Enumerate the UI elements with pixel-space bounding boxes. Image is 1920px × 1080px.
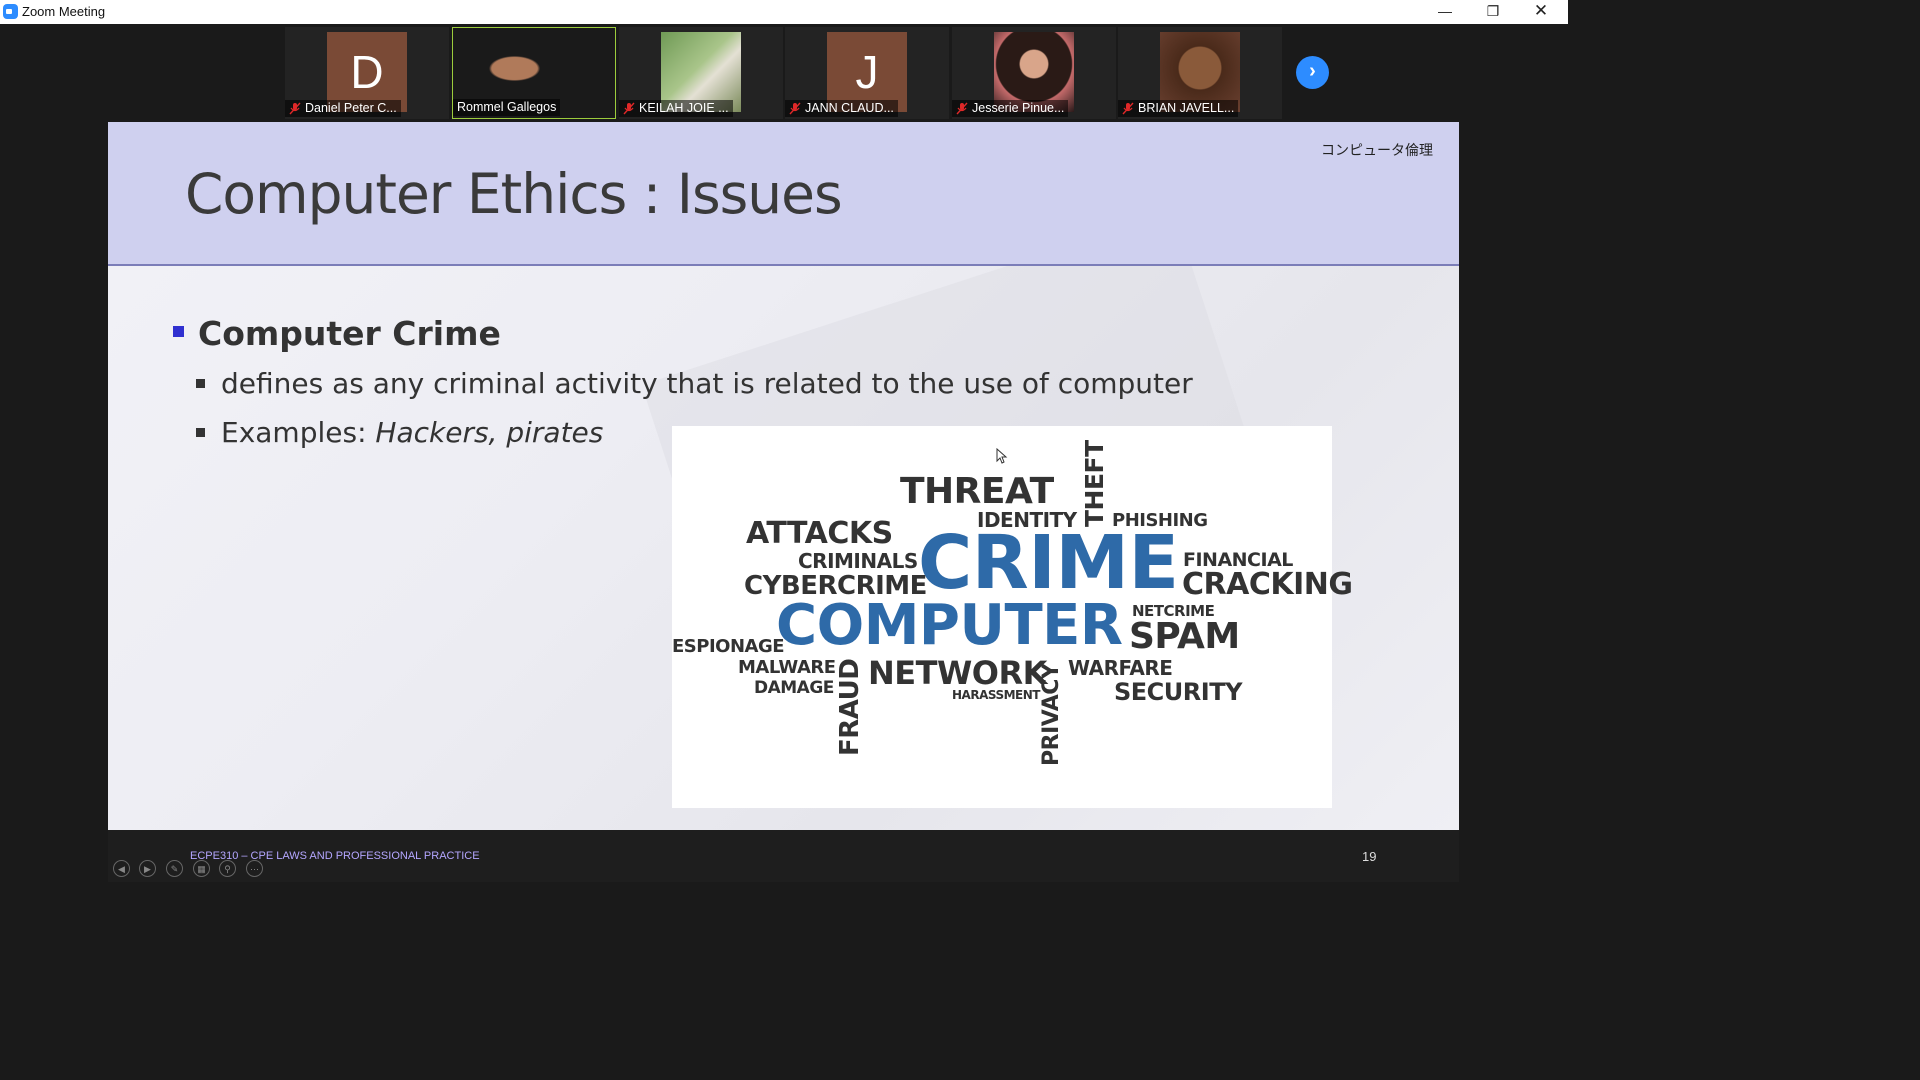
bullet-text: Computer Crime [198, 314, 501, 353]
sub-bullet-text: Examples: Hackers, pirates [221, 416, 603, 449]
examples-values: Hackers, pirates [375, 416, 604, 449]
mouse-cursor-icon [996, 448, 1008, 464]
next-slide-icon[interactable]: ▶ [139, 860, 156, 877]
participant-name-label: Jesserie Pinue... [952, 100, 1069, 117]
cloud-word: THREAT [900, 471, 1054, 512]
cloud-word: FRAUD [835, 658, 865, 756]
slides-grid-icon[interactable]: ▦ [193, 860, 210, 877]
window-title: Zoom Meeting [22, 4, 106, 19]
cloud-word: THEFT [1080, 440, 1109, 527]
participant-tile[interactable]: KEILAH JOIE ... [619, 27, 783, 119]
participant-name: BRIAN JAVELL... [1138, 101, 1235, 115]
previous-slide-icon[interactable]: ◀ [113, 860, 130, 877]
zoom-magnifier-icon[interactable]: ⚲ [219, 860, 236, 877]
participant-name-label: JANN CLAUD... [785, 100, 898, 117]
participant-strip: D Daniel Peter C... Rommel Gallegos KEIL… [0, 24, 1568, 122]
slide-bullet-main: Computer Crime [173, 314, 501, 353]
participant-name-label: KEILAH JOIE ... [619, 100, 733, 117]
cloud-word: CRIMINALS [798, 549, 918, 573]
slide-sub-bullet: defines as any criminal activity that is… [196, 367, 1193, 400]
cloud-word: CRACKING [1182, 567, 1353, 602]
course-footer-text: ECPE310 – CPE LAWS AND PROFESSIONAL PRAC… [190, 850, 480, 862]
participant-name: Daniel Peter C... [305, 101, 397, 115]
zoom-app-icon [3, 4, 18, 19]
bullet-square-icon [196, 379, 205, 388]
shared-slide: Computer Ethics : Issues コンピュータ倫理 Comput… [108, 122, 1459, 830]
participant-tile[interactable]: D Daniel Peter C... [285, 27, 449, 119]
bullet-square-icon [196, 428, 205, 437]
slide-page-number: 19 [1362, 849, 1377, 864]
cloud-word: SECURITY [1114, 678, 1242, 706]
participant-name: Rommel Gallegos [457, 100, 557, 114]
mic-muted-icon [789, 102, 801, 115]
word-cloud-image: THREAT THEFT IDENTITY PHISHING ATTACKS C… [672, 426, 1353, 808]
participant-name: KEILAH JOIE ... [639, 101, 729, 115]
participant-name-label: Daniel Peter C... [285, 100, 401, 117]
mic-muted-icon [1122, 102, 1134, 115]
participant-name: Jesserie Pinue... [972, 101, 1065, 115]
slide-header: Computer Ethics : Issues コンピュータ倫理 [108, 122, 1459, 266]
minimize-button[interactable]: — [1422, 0, 1468, 24]
next-page-arrow-icon[interactable]: › [1296, 56, 1329, 89]
more-options-icon[interactable]: ⋯ [246, 860, 263, 877]
mic-muted-icon [956, 102, 968, 115]
participant-tile[interactable]: Jesserie Pinue... [952, 27, 1116, 119]
pen-icon[interactable]: ✎ [166, 860, 183, 877]
slide-sub-bullet: Examples: Hackers, pirates [196, 416, 603, 449]
cloud-word-computer: COMPUTER [776, 593, 1123, 658]
slide-japanese-label: コンピュータ倫理 [1321, 142, 1433, 158]
sub-bullet-text: defines as any criminal activity that is… [221, 367, 1193, 400]
slide-footer: ECPE310 – CPE LAWS AND PROFESSIONAL PRAC… [108, 830, 1459, 882]
examples-label: Examples: [221, 416, 376, 449]
cloud-word: HARASSMENT [952, 688, 1040, 702]
cloud-word: NETWORK [868, 654, 1047, 692]
cloud-word: WARFARE [1068, 656, 1173, 680]
cloud-word: ATTACKS [746, 516, 893, 551]
participant-tile[interactable]: BRIAN JAVELL... [1118, 27, 1282, 119]
participant-name-label: Rommel Gallegos [453, 99, 561, 116]
cloud-word: DAMAGE [754, 678, 834, 698]
cloud-word-crime: CRIME [918, 520, 1179, 606]
mic-muted-icon [623, 102, 635, 115]
close-button[interactable]: ✕ [1518, 0, 1564, 24]
participant-name: JANN CLAUD... [805, 101, 894, 115]
slide-title: Computer Ethics : Issues [185, 162, 843, 226]
cloud-word: PRIVACY [1039, 663, 1064, 766]
cloud-word: ESPIONAGE [672, 636, 785, 657]
bullet-square-icon [173, 326, 184, 337]
mic-muted-icon [289, 102, 301, 115]
restore-button[interactable]: ❐ [1470, 0, 1516, 24]
cloud-word: MALWARE [738, 657, 836, 678]
participant-name-label: BRIAN JAVELL... [1118, 100, 1239, 117]
participant-tile[interactable]: J JANN CLAUD... [785, 27, 949, 119]
window-titlebar: Zoom Meeting — ❐ ✕ [0, 0, 1568, 24]
participant-tile-active-speaker[interactable]: Rommel Gallegos [452, 27, 616, 119]
cloud-word: SPAM [1129, 616, 1240, 657]
